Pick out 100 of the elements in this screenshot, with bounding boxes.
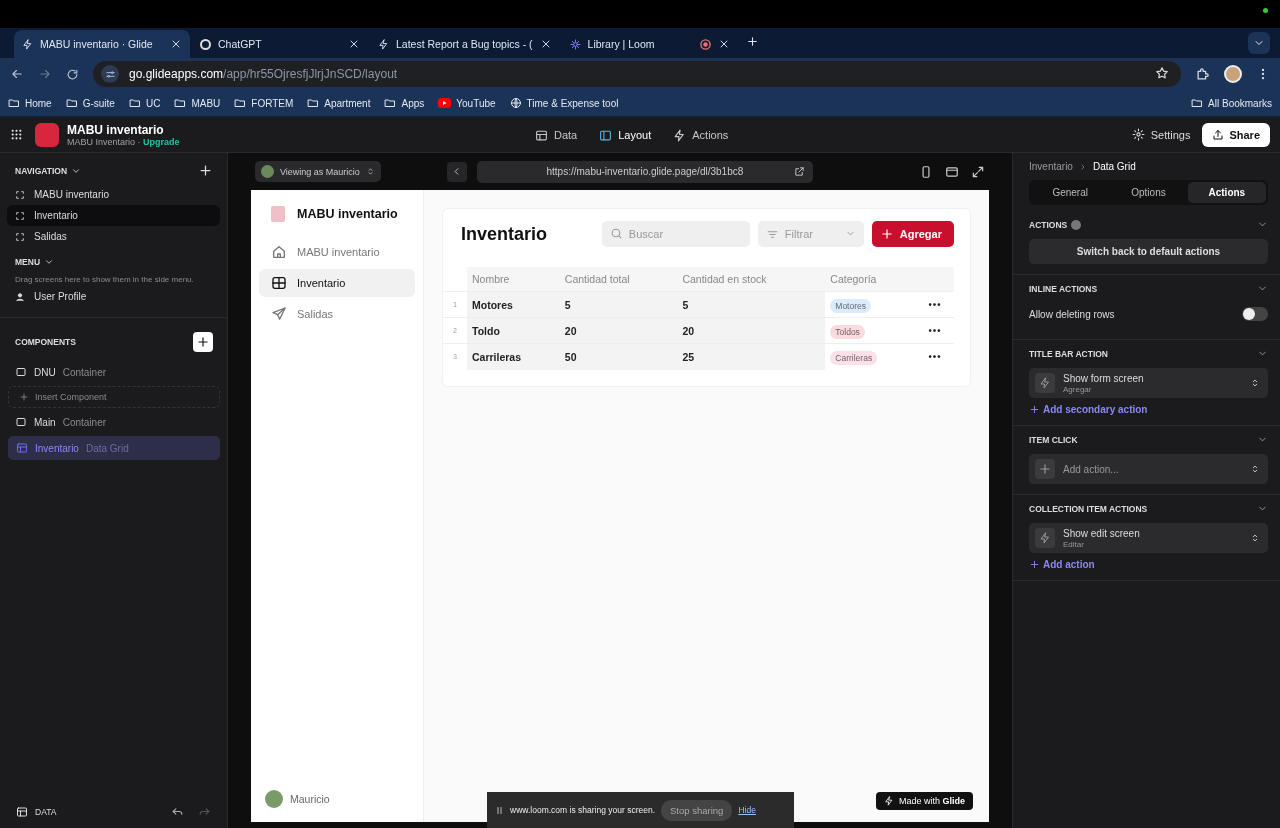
plus-icon[interactable] <box>745 35 759 48</box>
section-title: ITEM CLICK <box>1029 435 1078 445</box>
breadcrumb-item[interactable]: Inventario <box>1029 161 1073 172</box>
browser-tab[interactable]: ChatGPT <box>192 30 368 58</box>
toggle-switch[interactable] <box>1242 307 1268 321</box>
bookmark[interactable]: G-suite <box>65 97 115 109</box>
globe-icon <box>509 97 522 109</box>
screen-item[interactable]: Salidas <box>7 226 220 247</box>
category-tag: Motores <box>830 298 871 313</box>
made-with-badge[interactable]: Made with Glide <box>875 792 973 810</box>
back-icon[interactable] <box>10 67 24 81</box>
mode-tab[interactable]: Actions <box>673 128 729 142</box>
plus-icon <box>19 392 29 402</box>
bolt-icon <box>883 796 894 806</box>
close-icon[interactable] <box>170 38 182 50</box>
bookmark[interactable]: Apartment <box>307 97 371 109</box>
apps-grid-icon[interactable] <box>10 128 23 141</box>
all-bookmarks[interactable]: All Bookmarks <box>1191 97 1272 109</box>
table-icon <box>16 805 28 818</box>
bookmark[interactable]: Time & Expense tool <box>509 97 619 109</box>
column-header: Nombre <box>467 267 560 292</box>
folder-icon <box>307 97 320 109</box>
add-action-link[interactable]: Add action <box>1029 559 1095 570</box>
bookmark[interactable]: UC <box>128 97 161 109</box>
mode-tab[interactable]: Layout <box>599 128 652 142</box>
chevron-icon <box>44 257 55 267</box>
plus-icon[interactable] <box>198 163 213 178</box>
back-button[interactable] <box>446 161 467 182</box>
browser-tab[interactable]: Library | Loom <box>561 30 738 58</box>
action-select[interactable]: Add action... <box>1029 454 1268 484</box>
app-nav-item[interactable]: MABU inventario <box>259 238 415 266</box>
column-header: Categoría <box>825 267 915 292</box>
plus-icon <box>1029 559 1040 570</box>
component-item[interactable]: DNU Container <box>7 360 220 384</box>
preview-url-field[interactable]: https://mabu-inventario.glide.page/dl/3b1bc8 <box>476 160 813 183</box>
section-title: MENU <box>15 257 41 267</box>
table-cell: Toldo <box>467 317 560 344</box>
component-item[interactable]: Main Container <box>7 410 220 434</box>
panel-tab[interactable]: Options <box>1109 182 1188 203</box>
puzzle-icon[interactable] <box>1195 66 1210 82</box>
frame-icon <box>15 189 25 200</box>
bookmark[interactable]: FORTEM <box>234 97 294 109</box>
starburst-icon <box>569 38 581 50</box>
menu-item[interactable]: User Profile <box>7 286 220 307</box>
gear-icon <box>1131 128 1145 141</box>
browser-tab[interactable]: MABU inventario · Glide <box>14 30 190 58</box>
upgrade-link[interactable]: Upgrade <box>143 136 180 147</box>
bookmark[interactable]: MABU <box>174 97 221 109</box>
table-cell: 20 <box>677 317 826 344</box>
folder-icon <box>234 97 247 109</box>
add-component-button[interactable] <box>193 332 213 352</box>
bolt-icon <box>1039 377 1051 389</box>
category-tag: Toldos <box>830 324 865 339</box>
share-icon <box>1212 128 1225 141</box>
default-actions-button[interactable]: Switch back to default actions <box>1029 239 1268 264</box>
bolt-icon <box>378 38 389 50</box>
app-nav-item[interactable]: Salidas <box>259 300 415 328</box>
close-icon[interactable] <box>348 38 360 50</box>
component-item[interactable]: Inventario Data Grid <box>8 436 220 460</box>
reload-icon[interactable] <box>66 67 79 81</box>
app-title: MABU inventario <box>297 207 398 221</box>
send-icon <box>271 306 287 322</box>
hide-link[interactable]: Hide <box>738 805 756 815</box>
browser-tab[interactable]: Latest Report a Bug topics - ( <box>370 30 560 58</box>
action-select[interactable]: Show edit screen Editar <box>1029 523 1268 553</box>
panel-tab[interactable]: General <box>1031 182 1110 203</box>
section-title: ACTIONS <box>1029 220 1068 230</box>
star-icon[interactable] <box>1155 65 1169 80</box>
add-action-link[interactable]: Add secondary action <box>1029 404 1148 415</box>
search-field[interactable]: Buscar <box>601 221 750 247</box>
stop-sharing-button[interactable]: Stop sharing <box>661 799 733 821</box>
bookmark[interactable]: Home <box>8 97 52 109</box>
screen-item[interactable]: Inventario <box>7 205 220 226</box>
panel-tab[interactable]: Actions <box>1187 182 1266 203</box>
app-nav-item[interactable]: Inventario <box>259 269 415 297</box>
mode-tab[interactable]: Data <box>535 128 578 142</box>
table-cell: 5 <box>677 291 826 318</box>
undo-icon[interactable] <box>171 805 184 818</box>
avatar[interactable] <box>1224 65 1242 83</box>
app-name: MABU inventario <box>67 122 165 137</box>
add-button[interactable]: Agregar <box>871 221 954 247</box>
action-select[interactable]: Show form screen Agregar <box>1029 368 1268 398</box>
section-title: COMPONENTS <box>15 337 76 347</box>
forward-icon[interactable] <box>38 67 52 81</box>
folder-icon <box>8 97 20 109</box>
settings-button[interactable]: Settings <box>1131 128 1191 141</box>
insert-component-button[interactable]: Insert Component <box>8 386 220 408</box>
bookmark[interactable]: Apps <box>384 97 425 109</box>
viewing-as-select[interactable]: Viewing as Mauricio <box>255 161 381 182</box>
expand-icon[interactable] <box>971 164 985 179</box>
grid-icon <box>271 275 287 291</box>
phone-icon[interactable] <box>919 164 933 179</box>
app-subtitle: MABU Inventario · <box>67 136 141 147</box>
screen-item[interactable]: MABU inventario <box>7 184 220 205</box>
column-header: Cantidad total <box>559 267 678 292</box>
address-field[interactable]: go.glideapps.com/app/hr55OjresfjJlrjJnSCD/layout <box>93 61 1181 87</box>
share-button[interactable]: Share <box>1202 122 1270 147</box>
tab-menu-button[interactable] <box>1248 32 1270 54</box>
bookmark[interactable]: YouTube <box>438 97 496 109</box>
browser-window-icon[interactable] <box>945 164 959 179</box>
